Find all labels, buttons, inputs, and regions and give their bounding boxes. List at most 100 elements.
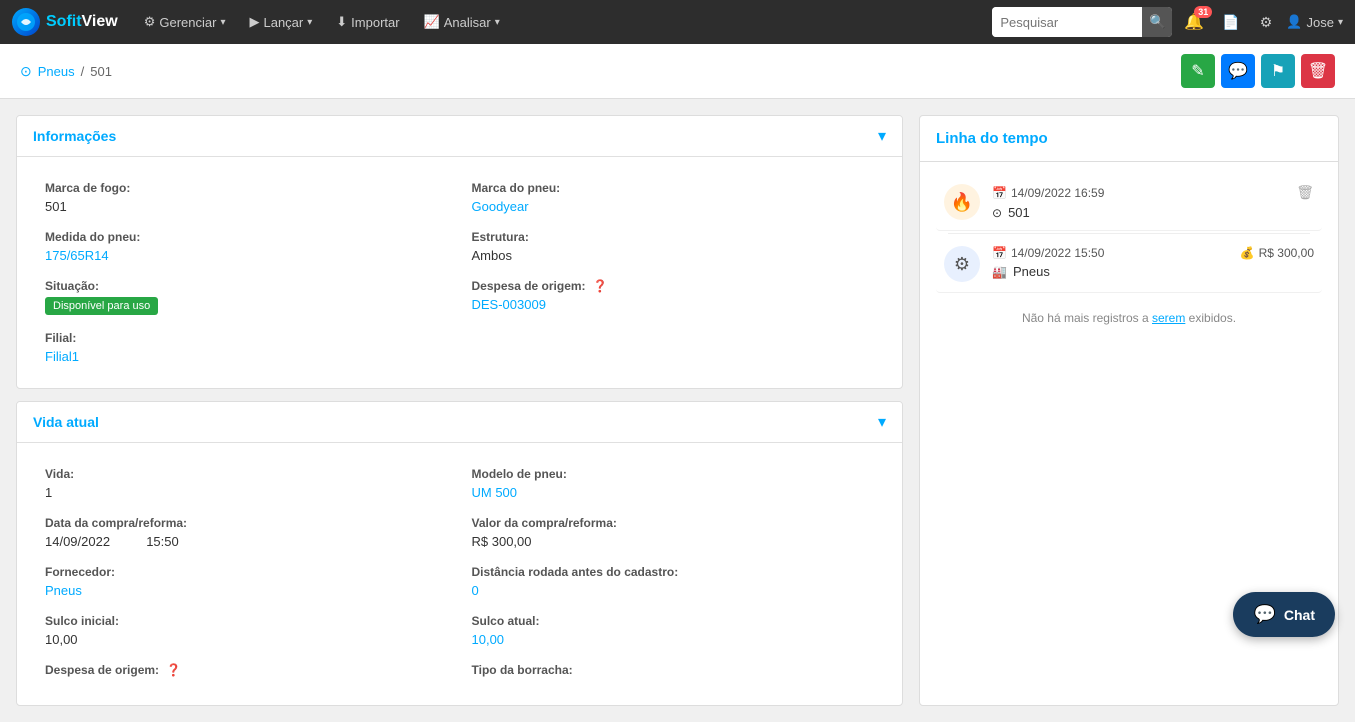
comment-button[interactable]: 💬 <box>1221 54 1255 88</box>
timeline: 🔥 📅 14/09/2022 16:59 🗑 ⊙ 501 <box>920 162 1338 353</box>
navbar: SofitView ⚙ Gerenciar ▾ ▶ Lançar ▾ ⬇ Imp… <box>0 0 1355 44</box>
informacoes-header: Informações ▾ <box>17 116 902 157</box>
main-layout: Informações ▾ Marca de fogo: 501 Marca d… <box>0 99 1355 722</box>
informacoes-grid: Marca de fogo: 501 Marca do pneu: Goodye… <box>33 173 886 372</box>
action-buttons: ✎ 💬 ⚑ 🗑 <box>1181 54 1335 88</box>
modelo-pneu-value[interactable]: UM 500 <box>472 485 518 500</box>
marca-pneu-field: Marca do pneu: Goodyear <box>460 173 887 222</box>
timeline-item-label: 501 <box>1008 205 1030 220</box>
tipo-borracha-label: Tipo da borracha: <box>472 663 875 677</box>
situacao-badge: Disponível para uso <box>45 297 158 315</box>
modelo-pneu-field: Modelo de pneu: UM 500 <box>460 459 887 508</box>
supplier-icon: 🏭 <box>992 265 1007 279</box>
despesa-origem-vida-field: Despesa de origem: ❓ <box>33 655 460 689</box>
despesa-origem-value[interactable]: DES-003009 <box>472 297 546 312</box>
breadcrumb-parent-link[interactable]: Pneus <box>38 64 75 79</box>
brand-name: SofitView <box>46 13 118 31</box>
timeline-item: 🔥 📅 14/09/2022 16:59 🗑 ⊙ 501 <box>936 174 1322 231</box>
sulco-inicial-value: 10,00 <box>45 632 448 647</box>
modelo-pneu-label: Modelo de pneu: <box>472 467 875 481</box>
navbar-right: 🔍 🔔 31 📄 ⚙ 👤 Jose ▾ <box>992 7 1343 37</box>
money-icon: 💰 <box>1240 246 1255 260</box>
despesa-origem-label: Despesa de origem: ❓ <box>472 279 875 293</box>
data-compra-value: 14/09/2022 15:50 <box>45 534 448 549</box>
timeline-meta: 📅 14/09/2022 16:59 🗑 <box>992 184 1314 201</box>
fire-avatar-icon: 🔥 <box>944 184 980 220</box>
document-icon[interactable]: 📄 <box>1216 10 1245 35</box>
vida-label: Vida: <box>45 467 448 481</box>
sulco-atual-label: Sulco atual: <box>472 614 875 628</box>
tire-small-icon: ⊙ <box>992 206 1002 220</box>
edit-button[interactable]: ✎ <box>1181 54 1215 88</box>
nav-analisar[interactable]: 📈 Analisar ▾ <box>416 10 508 34</box>
collapse-informacoes-button[interactable]: ▾ <box>878 126 886 146</box>
valor-compra-field: Valor da compra/reforma: R$ 300,00 <box>460 508 887 557</box>
search-input[interactable] <box>992 7 1142 37</box>
vida-field: Vida: 1 <box>33 459 460 508</box>
chevron-down-icon: ▾ <box>495 17 500 28</box>
timeline-date: 📅 14/09/2022 15:50 <box>992 246 1104 260</box>
help-icon: ❓ <box>593 279 608 293</box>
vida-atual-header: Vida atual ▾ <box>17 402 902 443</box>
no-more-link[interactable]: serem <box>1152 311 1185 325</box>
delete-button[interactable]: 🗑 <box>1301 54 1335 88</box>
nav-importar[interactable]: ⬇ Importar <box>328 10 407 34</box>
tire-icon: ⊙ <box>20 63 32 80</box>
marca-fogo-label: Marca de fogo: <box>45 181 448 195</box>
medida-pneu-value[interactable]: 175/65R14 <box>45 248 109 263</box>
breadcrumb-separator: / <box>81 64 85 79</box>
filial-label: Filial: <box>45 331 448 345</box>
search-icon: 🔍 <box>1149 14 1166 30</box>
delete-timeline-button[interactable]: 🗑 <box>1296 184 1314 201</box>
chat-button[interactable]: 💬 Chat <box>1233 592 1335 637</box>
launch-icon: ▶ <box>249 14 259 30</box>
search-button[interactable]: 🔍 <box>1142 7 1172 37</box>
timeline-item: ⚙ 📅 14/09/2022 15:50 💰 R$ 300,00 <box>936 236 1322 293</box>
sulco-inicial-label: Sulco inicial: <box>45 614 448 628</box>
vida-atual-card: Vida atual ▾ Vida: 1 Modelo de pneu: UM … <box>16 401 903 706</box>
chevron-down-icon: ▾ <box>307 17 312 28</box>
chevron-down-icon: ▾ <box>220 17 225 28</box>
estrutura-label: Estrutura: <box>472 230 875 244</box>
nav-gerenciar[interactable]: ⚙ Gerenciar ▾ <box>136 10 234 34</box>
settings-icon[interactable]: ⚙ <box>1254 10 1279 35</box>
timeline-title: Linha do tempo <box>920 116 1338 162</box>
nav-lancar[interactable]: ▶ Lançar ▾ <box>241 10 320 34</box>
fornecedor-value[interactable]: Pneus <box>45 583 82 598</box>
tipo-borracha-field: Tipo da borracha: <box>460 655 887 689</box>
collapse-vida-button[interactable]: ▾ <box>878 412 886 432</box>
calendar-icon: 📅 <box>992 246 1007 260</box>
data-compra-label: Data da compra/reforma: <box>45 516 448 530</box>
breadcrumb: ⊙ Pneus / 501 <box>20 63 112 80</box>
timeline-info: ⊙ 501 <box>992 205 1314 220</box>
distancia-value[interactable]: 0 <box>472 583 479 598</box>
notification-button[interactable]: 🔔 31 <box>1180 8 1208 36</box>
filler-field <box>460 323 887 372</box>
sulco-atual-field: Sulco atual: 10,00 <box>460 606 887 655</box>
brand-logo[interactable]: SofitView <box>12 8 118 36</box>
sulco-atual-value[interactable]: 10,00 <box>472 632 505 647</box>
tire-avatar-icon: ⚙ <box>944 246 980 282</box>
user-menu[interactable]: 👤 Jose ▾ <box>1286 14 1343 30</box>
informacoes-title: Informações <box>33 128 116 144</box>
filial-value[interactable]: Filial1 <box>45 349 79 364</box>
informacoes-card: Informações ▾ Marca de fogo: 501 Marca d… <box>16 115 903 389</box>
timeline-info: 🏭 Pneus <box>992 264 1314 279</box>
flag-button[interactable]: ⚑ <box>1261 54 1295 88</box>
marca-pneu-value[interactable]: Goodyear <box>472 199 529 214</box>
marca-fogo-field: Marca de fogo: 501 <box>33 173 460 222</box>
user-icon: 👤 <box>1286 14 1302 30</box>
distancia-label: Distância rodada antes do cadastro: <box>472 565 875 579</box>
data-compra-field: Data da compra/reforma: 14/09/2022 15:50 <box>33 508 460 557</box>
import-icon: ⬇ <box>336 14 347 30</box>
vida-atual-title: Vida atual <box>33 414 99 430</box>
medida-pneu-label: Medida do pneu: <box>45 230 448 244</box>
sulco-inicial-field: Sulco inicial: 10,00 <box>33 606 460 655</box>
filial-field: Filial: Filial1 <box>33 323 460 372</box>
chevron-down-icon: ▾ <box>1338 17 1343 28</box>
timeline-meta: 📅 14/09/2022 15:50 💰 R$ 300,00 <box>992 246 1314 260</box>
vida-atual-body: Vida: 1 Modelo de pneu: UM 500 Data da c… <box>17 443 902 705</box>
despesa-origem-field: Despesa de origem: ❓ DES-003009 <box>460 271 887 323</box>
sofit-logo-icon <box>12 8 40 36</box>
timeline-item-content: 📅 14/09/2022 15:50 💰 R$ 300,00 🏭 Pneus <box>992 246 1314 282</box>
